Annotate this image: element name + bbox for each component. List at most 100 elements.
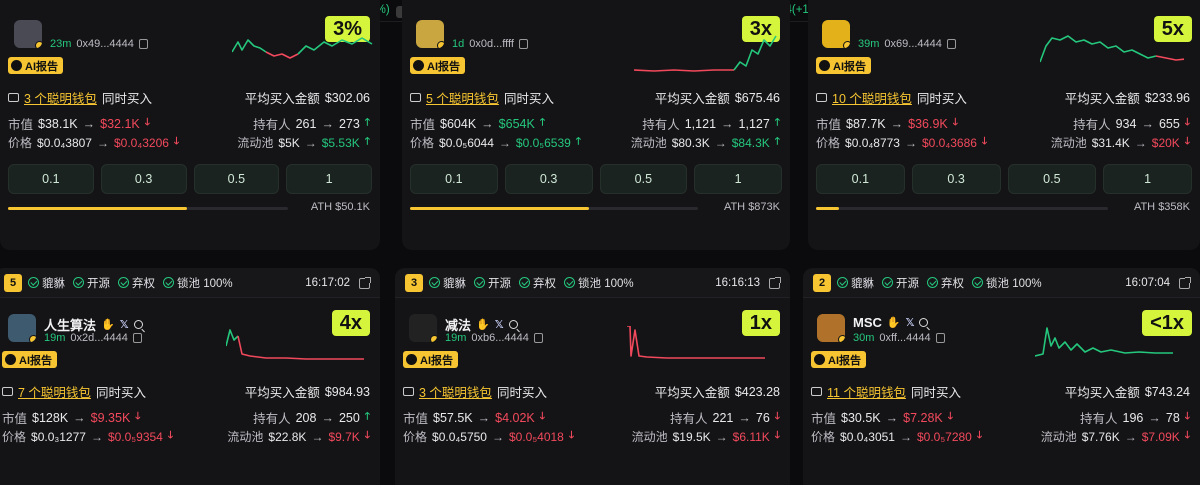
copy-icon[interactable] [518,39,528,49]
ai-report-button[interactable]: AI报告 [816,57,871,74]
token-avatar[interactable] [817,314,845,342]
quick-buy-button[interactable]: 1 [694,164,782,194]
external-link-icon[interactable] [769,277,781,289]
search-icon[interactable] [133,320,143,329]
avg-buy-value: $302.06 [324,90,370,105]
token-age: 19m [445,332,467,344]
quick-buy-button[interactable]: 0.5 [1007,164,1097,194]
x-twitter-icon[interactable]: 𝕏 [120,318,129,331]
smart-wallet-row: 3 个聪明钱包 同时买入 [403,382,547,401]
check-circle-icon [118,277,129,288]
smart-wallet-link[interactable]: 7 个聪明钱包 [18,382,91,401]
smart-wallet-link[interactable]: 3 个聪明钱包 [419,382,492,401]
search-icon[interactable] [919,318,929,327]
copy-icon[interactable] [138,39,148,49]
hand-icon: ✋ [101,319,115,331]
price-sparkline [1035,327,1173,357]
token-avatar[interactable] [8,314,36,342]
token-card[interactable]: 2 貔貅 开源 弃权 锁池 100% 16:07:04 MSC ✋ 𝕏 30m 0xff.… [803,268,1200,485]
external-link-icon[interactable] [1179,277,1191,289]
sparkline-segment [265,51,299,59]
avg-buy-label: 平均买入金额 [244,92,320,106]
token-avatar[interactable] [409,314,437,342]
token-card[interactable]: 5 貔貅 开源 弃权 锁池 100% 16:17:02 人生算法 ✋ 𝕏 19m 0x2d… [0,268,380,485]
ai-report-button[interactable]: AI报告 [403,351,458,368]
holders-row: 持有人 221 → 76 🡓 [670,410,780,427]
quick-buy-button[interactable]: 0.3 [504,164,593,194]
arrow-down-icon: 🡓 [774,430,780,441]
arrow-up-icon: 🡑 [364,411,370,422]
token-card[interactable]: 23m 0x49...4444 3% AI报告 3 个聪明钱包 同时买入 平均买… [0,0,380,250]
arrow-down-icon: 🡓 [173,136,180,147]
avg-buy-row: 平均买入金额 $743.24 [1065,382,1190,401]
smart-wallet-link[interactable]: 11 个聪明钱包 [827,382,906,401]
arrow-down-icon: 🡓 [167,430,174,441]
sparkline-segment [237,335,364,360]
copy-icon[interactable] [935,333,945,343]
ai-report-button[interactable]: AI报告 [410,57,465,74]
smart-wallet-row: 5 个聪明钱包 同时买入 [410,88,554,107]
smart-wallet-link[interactable]: 10 个聪明钱包 [832,88,912,107]
token-avatar[interactable] [14,20,42,48]
quick-buy-button[interactable]: 0.1 [816,164,905,194]
chain-badge-icon [35,41,42,48]
token-address: 0x49...4444 [76,38,134,50]
token-age: 23m [50,38,72,50]
wallet-icon [2,387,13,396]
token-name: MSC [853,315,882,330]
price-row: 价格 $0.0₄5750 → $0.0₅4018 🡓 [403,429,575,445]
quick-buy-button[interactable]: 0.1 [8,164,94,194]
quick-buy-button[interactable]: 0.3 [100,164,187,194]
arrow-down-icon: 🡓 [976,430,983,441]
check-circle-icon [927,277,938,288]
smart-wallet-link[interactable]: 3 个聪明钱包 [24,88,97,107]
arrow-down-icon: 🡓 [947,411,953,422]
price-row: 价格 $0.0₅6044 → $0.0₅6539 🡑 [410,135,581,151]
avg-buy-label: 平均买入金额 [1064,386,1140,400]
x-twitter-icon[interactable]: 𝕏 [495,318,504,331]
ai-report-button[interactable]: AI报告 [8,57,63,74]
price-row: 价格 $0.0₄3051 → $0.0₅7280 🡓 [811,429,983,445]
token-card[interactable]: 3 貔貅 开源 弃权 锁池 100% 16:16:13 减法 ✋ 𝕏 19m 0xb6..… [395,268,790,485]
pool-row: 流动池 $22.8K → $9.7K 🡓 [227,429,370,445]
avg-buy-value: $233.96 [1144,90,1190,105]
ai-report-button[interactable]: AI报告 [2,351,57,368]
x-twitter-icon[interactable]: 𝕏 [906,316,915,329]
token-card[interactable]: 39m 0x69...4444 5x AI报告 10 个聪明钱包 同时买入 平均… [808,0,1200,250]
copy-icon[interactable] [132,333,142,343]
smart-wallet-row: 11 个聪明钱包 同时买入 [811,382,961,401]
arrow-down-icon: 🡓 [1184,430,1190,441]
token-avatar[interactable] [822,20,850,48]
market-cap-row: 市值 $30.5K → $7.28K 🡓 [811,410,953,427]
ai-icon [5,354,16,365]
price-row: 价格 $0.0₄3807 → $0.0₄3206 🡓 [8,135,180,151]
smart-wallet-link[interactable]: 5 个聪明钱包 [426,88,499,107]
quick-buy-button[interactable]: 0.3 [911,164,1001,194]
bonding-progress-fill [410,207,589,210]
token-avatar[interactable] [416,20,444,48]
ai-report-button[interactable]: AI报告 [811,351,866,368]
search-icon[interactable] [508,320,518,329]
quick-buy-button[interactable]: 1 [1103,164,1192,194]
external-link-icon[interactable] [359,277,371,289]
token-meta: 19m 0x2d...4444 [44,332,142,344]
ai-icon [406,354,417,365]
token-card[interactable]: 1d 0x0d...ffff 3x AI报告 5 个聪明钱包 同时买入 平均买入… [402,0,790,250]
audit-check: 开源 [474,275,511,291]
audit-check: 开源 [882,275,919,291]
quick-buy-button[interactable]: 1 [286,164,372,194]
copy-icon[interactable] [533,333,543,343]
check-circle-icon [519,277,530,288]
quick-buy-button[interactable]: 0.5 [599,164,688,194]
wallet-icon [403,387,414,396]
card-header: 3 貔貅 开源 弃权 锁池 100% 16:16:13 [395,268,790,298]
arrow-up-icon: 🡑 [539,117,546,128]
quick-buy-button[interactable]: 0.1 [410,164,498,194]
quick-buy-button[interactable]: 0.5 [193,164,280,194]
chain-badge-icon [29,335,36,342]
token-address: 0xb6...4444 [471,332,529,344]
listing-time: 16:17:02 [305,276,350,289]
copy-icon[interactable] [946,39,956,49]
arrow-down-icon: 🡓 [1184,136,1190,147]
check-circle-icon [429,277,440,288]
